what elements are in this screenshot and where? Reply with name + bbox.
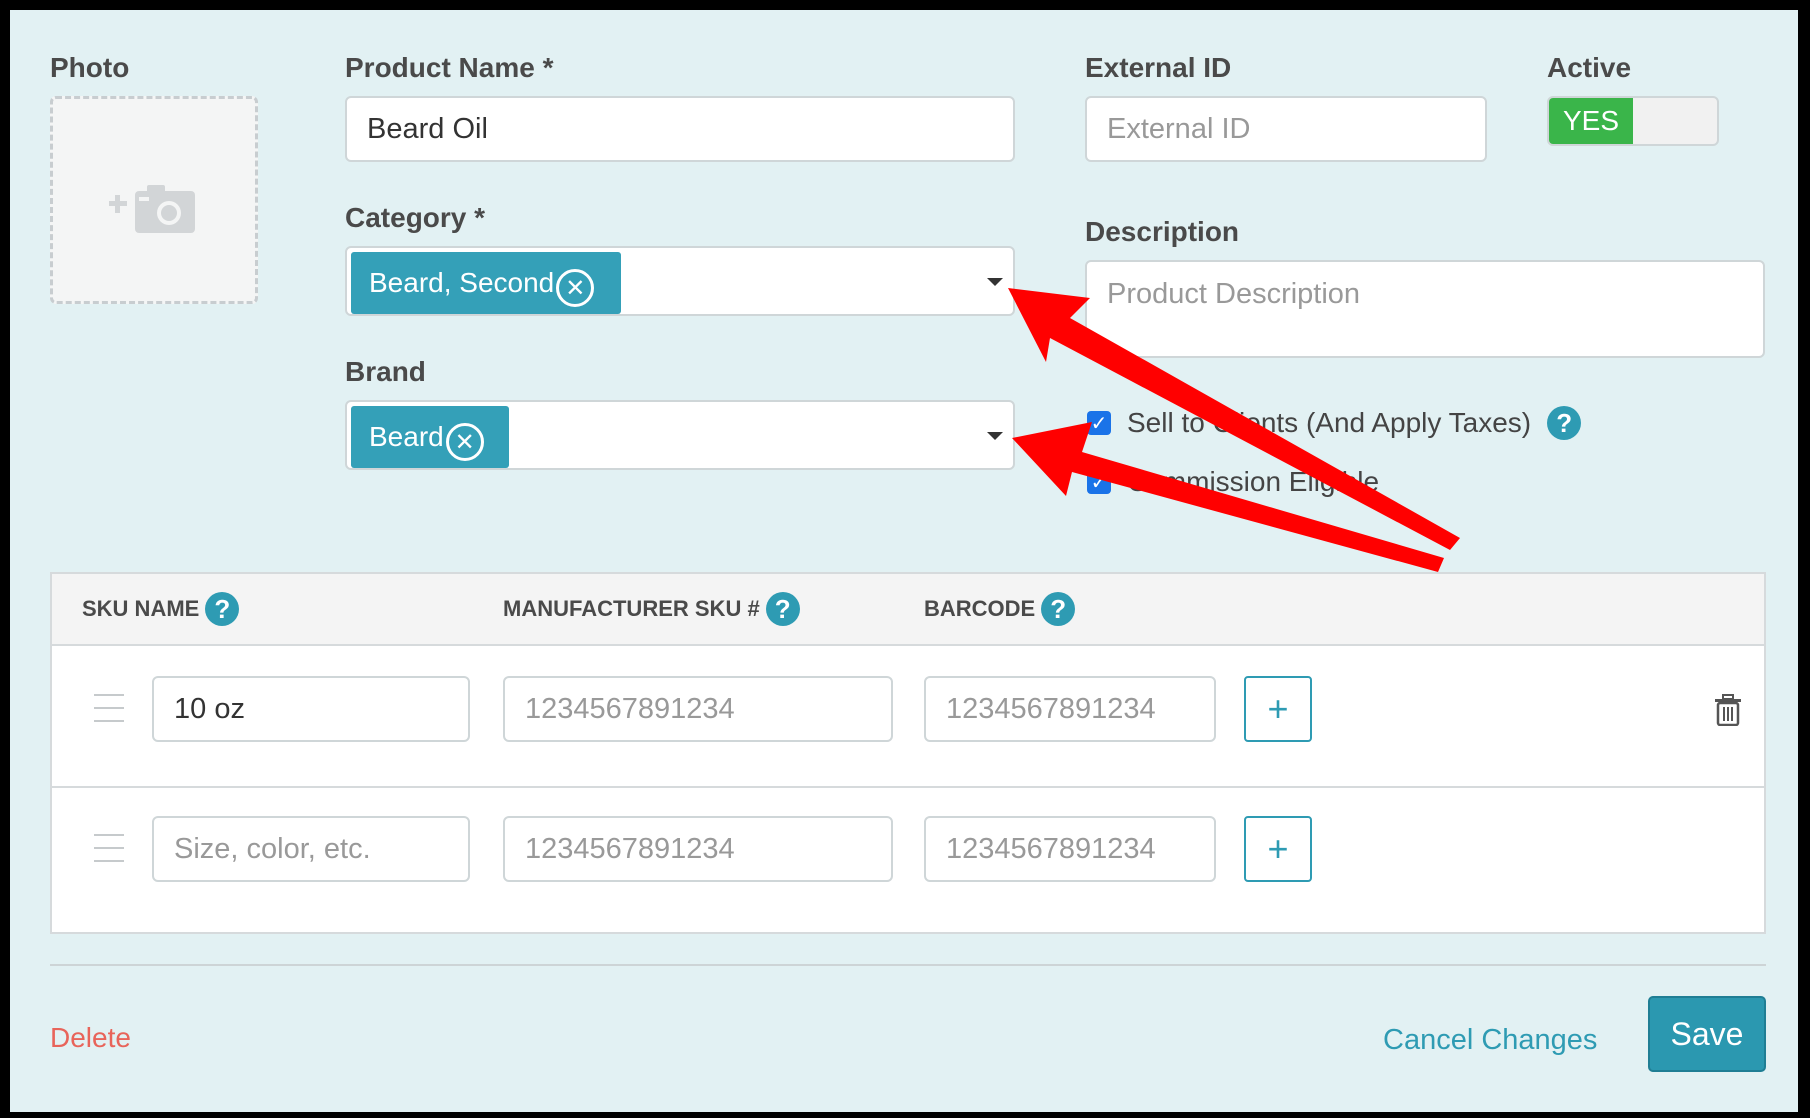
barcode-input[interactable]: 1234567891234 <box>924 676 1216 742</box>
active-toggle-on: YES <box>1549 98 1633 144</box>
help-icon[interactable]: ? <box>1041 592 1076 626</box>
sell-to-clients-checkbox[interactable]: ✓ <box>1087 411 1111 435</box>
sku-table: SKU NAME ? MANUFACTURER SKU # ? BARCODE … <box>50 572 1766 934</box>
table-row: Size, color, etc. 1234567891234 12345678… <box>52 786 1764 932</box>
save-button[interactable]: Save <box>1648 996 1766 1072</box>
active-label: Active <box>1547 52 1632 83</box>
sku-name-placeholder: Size, color, etc. <box>174 832 371 865</box>
photo-label: Photo <box>50 52 130 83</box>
chevron-down-icon[interactable] <box>987 278 1003 286</box>
manufacturer-sku-input[interactable]: 1234567891234 <box>503 816 893 882</box>
external-id-placeholder: External ID <box>1107 112 1251 145</box>
external-id-label: External ID <box>1085 52 1232 83</box>
sku-name-header-label: SKU NAME <box>82 596 200 621</box>
description-label: Description <box>1085 216 1240 247</box>
product-name-label: Product Name * <box>345 52 554 83</box>
sku-name-input[interactable]: 10 oz <box>152 676 470 742</box>
manufacturer-sku-placeholder: 1234567891234 <box>525 692 735 725</box>
divider <box>50 964 1766 966</box>
description-placeholder: Product Description <box>1107 278 1361 310</box>
sku-name-input[interactable]: Size, color, etc. <box>152 816 470 882</box>
category-label: Category * <box>345 202 486 233</box>
cancel-changes-link[interactable]: Cancel Changes <box>1383 1024 1597 1057</box>
trash-icon[interactable] <box>1714 694 1742 726</box>
add-photo-icon <box>109 185 195 233</box>
barcode-header-label: BARCODE <box>924 596 1036 621</box>
table-row: 10 oz 1234567891234 1234567891234 + <box>52 646 1764 786</box>
sku-name-header: SKU NAME ? <box>82 592 240 626</box>
manufacturer-sku-header-label: MANUFACTURER SKU # <box>503 596 760 621</box>
barcode-header: BARCODE ? <box>924 592 1076 626</box>
brand-tag-label: Beard <box>369 421 444 452</box>
remove-tag-icon[interactable]: ✕ <box>556 269 595 307</box>
category-tag: Beard, Second ✕ <box>351 252 621 314</box>
help-icon[interactable]: ? <box>205 592 240 626</box>
sku-table-header: SKU NAME ? MANUFACTURER SKU # ? BARCODE … <box>52 574 1764 646</box>
chevron-down-icon[interactable] <box>987 432 1003 440</box>
product-name-input[interactable]: Beard Oil <box>345 96 1015 162</box>
brand-tag: Beard ✕ <box>351 406 509 468</box>
barcode-placeholder: 1234567891234 <box>946 832 1156 865</box>
external-id-input[interactable]: External ID <box>1085 96 1487 162</box>
annotation-arrows <box>1008 288 1460 572</box>
remove-tag-icon[interactable]: ✕ <box>445 423 484 461</box>
sku-name-value: 10 oz <box>174 692 245 725</box>
commission-checkbox[interactable]: ✓ <box>1087 470 1111 494</box>
description-textarea[interactable]: Product Description <box>1085 260 1765 358</box>
help-icon[interactable]: ? <box>765 592 800 626</box>
help-icon[interactable]: ? <box>1547 406 1582 440</box>
add-barcode-button[interactable]: + <box>1244 676 1312 742</box>
product-edit-panel: Photo Product Name * Beard Oil External … <box>10 10 1798 1112</box>
drag-handle-icon[interactable] <box>94 694 124 733</box>
barcode-input[interactable]: 1234567891234 <box>924 816 1216 882</box>
active-toggle[interactable]: YES <box>1547 96 1719 146</box>
product-name-value: Beard Oil <box>367 112 488 145</box>
category-select[interactable]: Beard, Second ✕ <box>345 246 1015 316</box>
drag-handle-icon[interactable] <box>94 834 124 873</box>
sell-to-clients-label: Sell to Clients (And Apply Taxes) <box>1127 407 1532 438</box>
add-barcode-button[interactable]: + <box>1244 816 1312 882</box>
commission-label: Commission Eligible <box>1127 466 1380 497</box>
commission-row: ✓ Commission Eligible <box>1087 466 1379 498</box>
photo-upload[interactable] <box>50 96 258 304</box>
manufacturer-sku-input[interactable]: 1234567891234 <box>503 676 893 742</box>
delete-link[interactable]: Delete <box>50 1022 131 1054</box>
manufacturer-sku-placeholder: 1234567891234 <box>525 832 735 865</box>
category-tag-label: Beard, Second <box>369 267 555 298</box>
brand-select[interactable]: Beard ✕ <box>345 400 1015 470</box>
brand-label: Brand <box>345 356 426 387</box>
manufacturer-sku-header: MANUFACTURER SKU # ? <box>503 592 800 626</box>
barcode-placeholder: 1234567891234 <box>946 692 1156 725</box>
sell-to-clients-row: ✓ Sell to Clients (And Apply Taxes) ? <box>1087 406 1582 440</box>
